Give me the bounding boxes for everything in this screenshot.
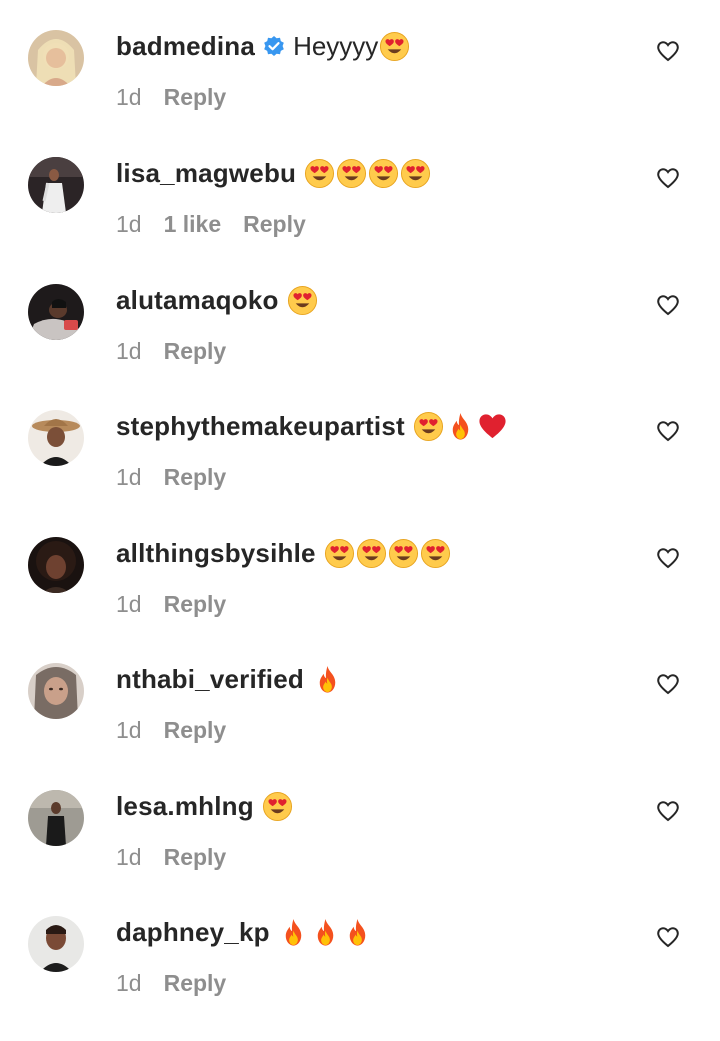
red-heart-emoji (477, 411, 508, 442)
avatar[interactable] (28, 410, 84, 466)
comment-meta: 1d Reply (116, 968, 226, 998)
reply-button[interactable]: Reply (164, 970, 227, 997)
comment-text: Heyyyy (293, 31, 410, 62)
comment-text (287, 285, 318, 316)
heart-eyes-emoji (356, 538, 387, 569)
comment-text (278, 917, 373, 948)
comment-text (262, 791, 293, 822)
comment-text (304, 158, 431, 189)
like-heart-icon[interactable] (656, 294, 680, 316)
verified-badge-icon (263, 35, 285, 57)
comment-item: stephythemakeupartist 1d Reply (0, 408, 720, 535)
comment-line: nthabi_verified (116, 661, 343, 697)
heart-eyes-emoji (368, 158, 399, 189)
comment-text (324, 538, 451, 569)
comments-list: badmedina Heyyyy 1d Reply lisa_magwebu 1… (0, 0, 720, 996)
comment-timestamp: 1d (116, 969, 142, 996)
comment-timestamp: 1d (116, 716, 142, 743)
reply-button[interactable]: Reply (164, 338, 227, 365)
avatar[interactable] (28, 537, 84, 593)
comment-meta: 1d Reply (116, 589, 226, 619)
comment-item: daphney_kp 1d Reply (0, 914, 720, 1041)
comment-username[interactable]: lisa_magwebu (116, 158, 296, 189)
comment-username[interactable]: nthabi_verified (116, 664, 304, 695)
like-heart-icon[interactable] (656, 800, 680, 822)
heart-eyes-emoji (336, 158, 367, 189)
comment-text (312, 664, 343, 695)
comment-timestamp: 1d (116, 210, 142, 237)
like-count[interactable]: 1 like (164, 211, 222, 238)
heart-eyes-emoji (304, 158, 335, 189)
heart-eyes-emoji (388, 538, 419, 569)
comment-line: lisa_magwebu (116, 155, 431, 191)
comment-meta: 1d Reply (116, 842, 226, 872)
avatar[interactable] (28, 790, 84, 846)
comment-username[interactable]: daphney_kp (116, 917, 270, 948)
comment-line: daphney_kp (116, 914, 373, 950)
reply-button[interactable]: Reply (164, 717, 227, 744)
like-heart-icon[interactable] (656, 40, 680, 62)
avatar[interactable] (28, 30, 84, 86)
fire-emoji (342, 917, 373, 948)
like-heart-icon[interactable] (656, 547, 680, 569)
heart-eyes-emoji (324, 538, 355, 569)
comment-item: lesa.mhlng 1d Reply (0, 788, 720, 915)
heart-eyes-emoji (400, 158, 431, 189)
comment-timestamp: 1d (116, 590, 142, 617)
reply-button[interactable]: Reply (164, 464, 227, 491)
like-heart-icon[interactable] (656, 673, 680, 695)
avatar[interactable] (28, 157, 84, 213)
fire-emoji (278, 917, 309, 948)
comment-username[interactable]: stephythemakeupartist (116, 411, 405, 442)
comment-meta: 1d Reply (116, 462, 226, 492)
avatar[interactable] (28, 916, 84, 972)
like-heart-icon[interactable] (656, 926, 680, 948)
comment-meta: 1d Reply (116, 82, 226, 112)
comment-text (413, 411, 508, 442)
comment-timestamp: 1d (116, 843, 142, 870)
reply-button[interactable]: Reply (164, 591, 227, 618)
comment-meta: 1d Reply (116, 336, 226, 366)
comment-item: allthingsbysihle 1d Reply (0, 535, 720, 662)
comment-item: alutamaqoko 1d Reply (0, 282, 720, 409)
heart-eyes-emoji (413, 411, 444, 442)
heart-eyes-emoji (287, 285, 318, 316)
comment-timestamp: 1d (116, 463, 142, 490)
comment-item: lisa_magwebu 1d 1 like Reply (0, 155, 720, 282)
comment-item: nthabi_verified 1d Reply (0, 661, 720, 788)
comment-line: allthingsbysihle (116, 535, 451, 571)
comment-timestamp: 1d (116, 337, 142, 364)
avatar[interactable] (28, 663, 84, 719)
comment-item: badmedina Heyyyy 1d Reply (0, 28, 720, 155)
comment-line: stephythemakeupartist (116, 408, 508, 444)
heart-eyes-emoji (379, 31, 410, 62)
comment-word: Heyyyy (293, 30, 379, 61)
comment-meta: 1d Reply (116, 715, 226, 745)
comment-timestamp: 1d (116, 83, 142, 110)
fire-emoji (310, 917, 341, 948)
comment-line: alutamaqoko (116, 282, 318, 318)
avatar[interactable] (28, 284, 84, 340)
fire-emoji (312, 664, 343, 695)
fire-emoji (445, 411, 476, 442)
comment-username[interactable]: lesa.mhlng (116, 791, 254, 822)
reply-button[interactable]: Reply (164, 844, 227, 871)
heart-eyes-emoji (262, 791, 293, 822)
comment-line: badmedina Heyyyy (116, 28, 410, 64)
like-heart-icon[interactable] (656, 167, 680, 189)
reply-button[interactable]: Reply (243, 211, 306, 238)
heart-eyes-emoji (420, 538, 451, 569)
like-heart-icon[interactable] (656, 420, 680, 442)
comment-line: lesa.mhlng (116, 788, 293, 824)
comment-meta: 1d 1 like Reply (116, 209, 306, 239)
comment-username[interactable]: allthingsbysihle (116, 538, 316, 569)
comment-username[interactable]: alutamaqoko (116, 285, 279, 316)
reply-button[interactable]: Reply (164, 84, 227, 111)
comment-username[interactable]: badmedina (116, 31, 255, 62)
